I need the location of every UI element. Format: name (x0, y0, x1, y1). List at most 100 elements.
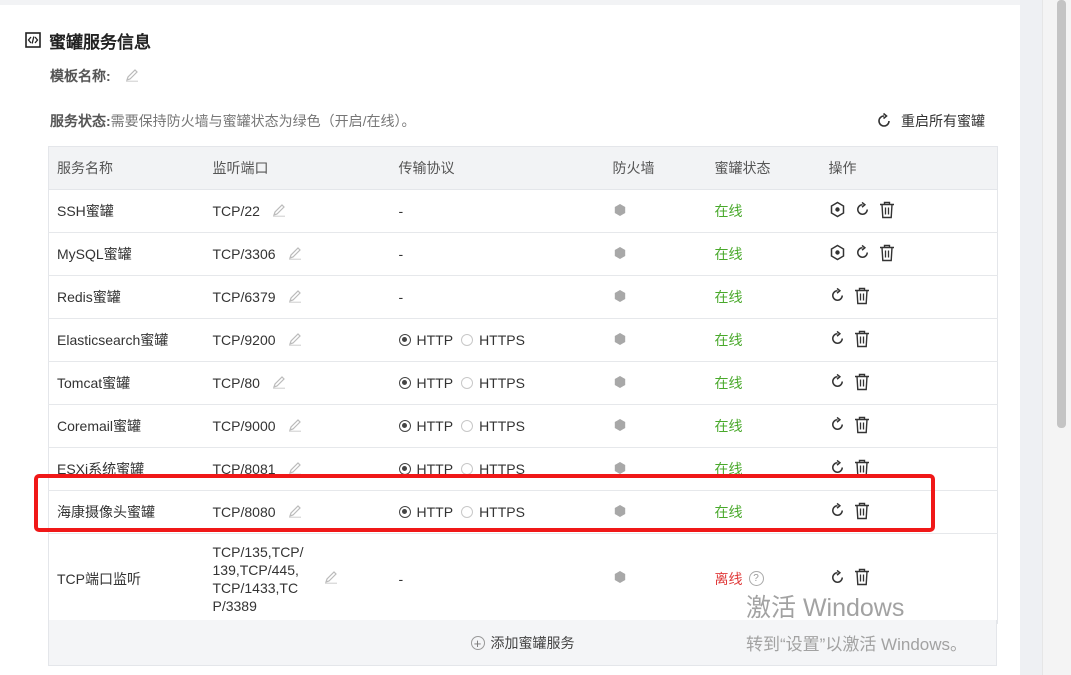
port-cell: TCP/8081 (204, 447, 391, 491)
radio-http-label[interactable]: HTTP (417, 332, 454, 348)
edit-port-icon[interactable] (288, 332, 302, 349)
radio-https-label[interactable]: HTTPS (479, 375, 525, 391)
port-line: TCP/135,TCP/ (212, 543, 304, 560)
edit-port-icon[interactable] (324, 570, 338, 587)
protocol-cell: - (390, 232, 605, 276)
service-name-cell: MySQL蜜罐 (48, 232, 205, 276)
table-row: Coremail蜜罐 TCP/9000 HTTP HTTPS 在线 (48, 404, 998, 448)
edit-port-icon[interactable] (288, 289, 302, 306)
radio-http[interactable] (398, 334, 411, 346)
honeypot-status-cell: 在线 (706, 232, 821, 276)
firewall-status-icon (613, 570, 627, 584)
edit-template-name-icon[interactable] (125, 68, 139, 85)
trash-icon[interactable] (879, 244, 895, 265)
trash-icon[interactable] (879, 201, 895, 222)
restart-icon[interactable] (854, 244, 871, 264)
protocol-cell: HTTP HTTPS (390, 361, 605, 405)
protocol-cell: HTTP HTTPS (390, 404, 605, 448)
radio-http[interactable] (398, 506, 411, 518)
template-name-label: 模板名称: (50, 68, 111, 84)
stop-icon[interactable] (829, 201, 846, 221)
firewall-cell (604, 275, 707, 319)
service-status-description: 需要保持防火墙与蜜罐状态为绿色（开启/在线）。 (110, 113, 416, 129)
service-name-cell: Coremail蜜罐 (48, 404, 205, 448)
firewall-status-icon (613, 203, 627, 217)
port-value: TCP/22 (212, 203, 260, 219)
header-actions: 操作 (820, 146, 998, 190)
firewall-cell (604, 318, 707, 362)
service-name-cell: ESXi系统蜜罐 (48, 447, 205, 491)
actions-cell (820, 447, 998, 491)
port-value-multiline: TCP/135,TCP/139,TCP/445, TCP/1433,TC P/338… (213, 539, 304, 619)
service-name: Tomcat蜜罐 (57, 375, 131, 391)
honeypot-status-cell: 在线 (706, 318, 821, 362)
radio-https[interactable] (461, 463, 474, 475)
service-name: Elasticsearch蜜罐 (57, 332, 169, 348)
scrollbar-thumb[interactable] (1057, 0, 1066, 428)
radio-http[interactable] (398, 420, 411, 432)
table-row: ESXi系统蜜罐 TCP/8081 HTTP HTTPS 在线 (48, 447, 998, 491)
protocol-none: - (398, 246, 404, 262)
trash-icon[interactable] (854, 568, 870, 589)
radio-https[interactable] (461, 377, 474, 389)
service-name-cell: TCP端口监听 (48, 533, 205, 624)
refresh-icon (878, 112, 890, 127)
firewall-cell (604, 189, 707, 233)
restart-icon[interactable] (829, 416, 846, 436)
radio-https-label[interactable]: HTTPS (479, 504, 525, 520)
edit-port-icon[interactable] (272, 203, 286, 220)
radio-https-label[interactable]: HTTPS (479, 332, 525, 348)
edit-port-icon[interactable] (288, 418, 302, 435)
service-name-cell: Tomcat蜜罐 (48, 361, 205, 405)
trash-icon[interactable] (854, 373, 870, 394)
trash-icon[interactable] (854, 287, 870, 308)
service-name-cell: Redis蜜罐 (48, 275, 205, 319)
restart-icon[interactable] (829, 330, 846, 350)
port-value: TCP/6379 (212, 289, 276, 305)
edit-port-icon[interactable] (288, 461, 302, 478)
section-title: 蜜罐服务信息 (25, 28, 151, 52)
radio-https-label[interactable]: HTTPS (479, 461, 525, 477)
firewall-cell (604, 361, 707, 405)
port-value: TCP/8081 (212, 461, 276, 477)
add-service-button[interactable]: + 添加蜜罐服务 (48, 620, 997, 666)
trash-icon[interactable] (854, 330, 870, 351)
radio-https[interactable] (461, 334, 474, 346)
help-icon[interactable]: ? (748, 571, 764, 586)
service-name-cell: 海康摄像头蜜罐 (48, 490, 205, 534)
edit-port-icon[interactable] (288, 504, 302, 521)
radio-http-label[interactable]: HTTP (417, 418, 454, 434)
radio-http[interactable] (398, 463, 411, 475)
header-name: 服务名称 (48, 146, 205, 190)
restart-icon[interactable] (854, 201, 871, 221)
restart-all-button[interactable]: 重启所有蜜罐 (875, 111, 985, 131)
radio-https[interactable] (461, 506, 474, 518)
stop-icon[interactable] (829, 244, 846, 264)
restart-icon[interactable] (829, 459, 846, 479)
radio-https[interactable] (461, 420, 474, 432)
actions-cell (820, 361, 998, 405)
trash-icon[interactable] (854, 416, 870, 437)
radio-http-label[interactable]: HTTP (417, 461, 454, 477)
radio-http-label[interactable]: HTTP (417, 375, 454, 391)
radio-http[interactable] (398, 377, 411, 389)
status-online: 在线 (714, 504, 743, 520)
edit-port-icon[interactable] (272, 375, 286, 392)
restart-icon[interactable] (829, 569, 846, 589)
honeypot-status-cell: 在线 (706, 447, 821, 491)
firewall-status-icon (613, 461, 627, 475)
restart-icon[interactable] (829, 502, 846, 522)
restart-icon[interactable] (829, 287, 846, 307)
edit-port-icon[interactable] (288, 246, 302, 263)
radio-http-label[interactable]: HTTP (417, 504, 454, 520)
honeypot-service-card: 蜜罐服务信息 模板名称: 服务状态: 需要保持防火墙与蜜罐状态为绿色（开启/在线… (0, 0, 1020, 675)
trash-icon[interactable] (854, 459, 870, 480)
service-name: ESXi系统蜜罐 (57, 461, 145, 477)
status-online: 在线 (714, 461, 743, 477)
radio-https-label[interactable]: HTTPS (479, 418, 525, 434)
trash-icon[interactable] (854, 502, 870, 523)
table-row: Elasticsearch蜜罐 TCP/9200 HTTP HTTPS 在线 (48, 318, 998, 362)
table-row: Tomcat蜜罐 TCP/80 HTTP HTTPS 在线 (48, 361, 998, 405)
restart-icon[interactable] (829, 373, 846, 393)
port-line: 139,TCP/445, (212, 561, 299, 578)
